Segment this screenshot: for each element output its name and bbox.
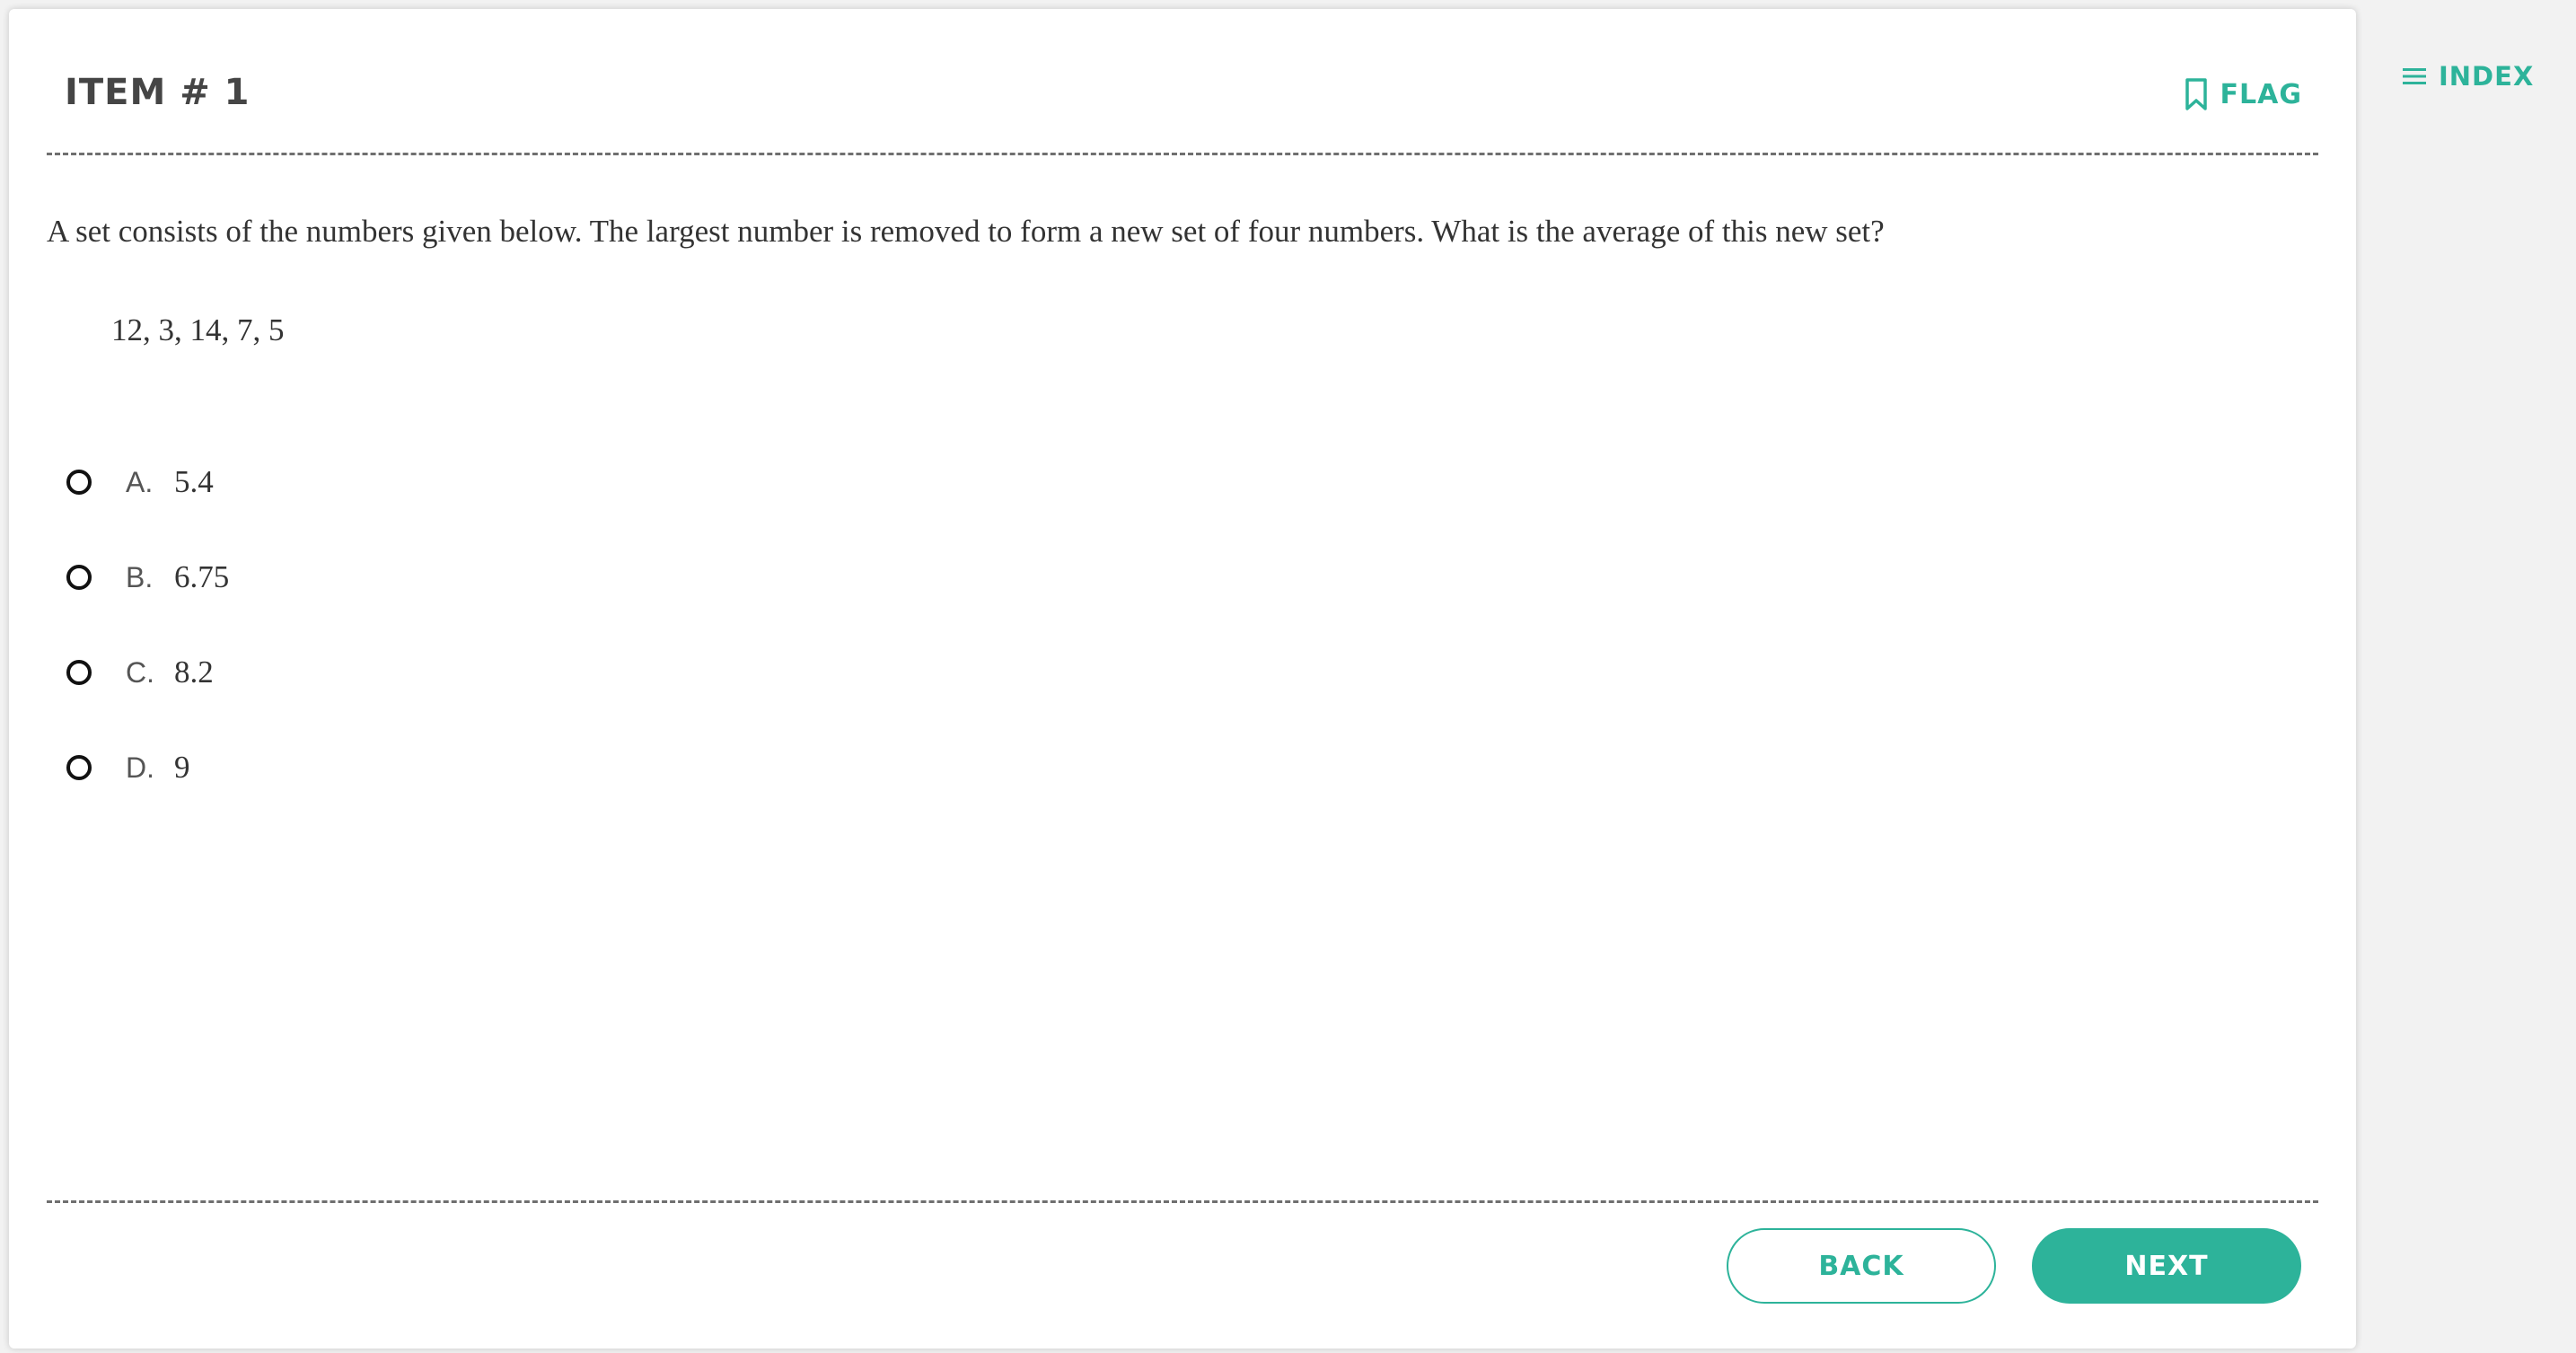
option-text: 6.75 <box>174 559 230 594</box>
option-letter: D. <box>126 751 154 784</box>
bookmark-icon <box>2185 77 2208 111</box>
next-button[interactable]: NEXT <box>2032 1228 2301 1304</box>
flag-button[interactable]: FLAG <box>2185 77 2302 111</box>
answer-options: A. 5.4 B. 6.75 C. 8.2 D. 9 <box>56 435 229 815</box>
radio-button[interactable] <box>66 660 92 685</box>
radio-button[interactable] <box>66 565 92 590</box>
option-text: 5.4 <box>174 464 214 499</box>
option-text: 9 <box>174 750 190 785</box>
index-label: INDEX <box>2439 61 2535 92</box>
option-letter: C. <box>126 655 154 689</box>
option-text: 8.2 <box>174 655 214 690</box>
option-letter: A. <box>126 465 154 498</box>
answer-option-a[interactable]: A. 5.4 <box>56 435 229 530</box>
top-divider <box>47 153 2318 155</box>
answer-option-c[interactable]: C. 8.2 <box>56 625 229 720</box>
back-button[interactable]: BACK <box>1727 1228 1996 1304</box>
menu-icon <box>2401 66 2428 87</box>
index-button[interactable]: INDEX <box>2401 61 2534 92</box>
item-title: ITEM # 1 <box>65 72 251 113</box>
bottom-divider <box>47 1200 2318 1203</box>
question-prompt: A set consists of the numbers given belo… <box>47 214 1885 249</box>
option-letter: B. <box>126 560 154 593</box>
radio-button[interactable] <box>66 755 92 780</box>
number-set: 12, 3, 14, 7, 5 <box>111 312 285 347</box>
answer-option-d[interactable]: D. 9 <box>56 720 229 815</box>
question-card: ITEM # 1 FLAG A set consists of the numb… <box>9 9 2356 1349</box>
radio-button[interactable] <box>66 470 92 495</box>
flag-label: FLAG <box>2220 78 2302 110</box>
answer-option-b[interactable]: B. 6.75 <box>56 530 229 625</box>
